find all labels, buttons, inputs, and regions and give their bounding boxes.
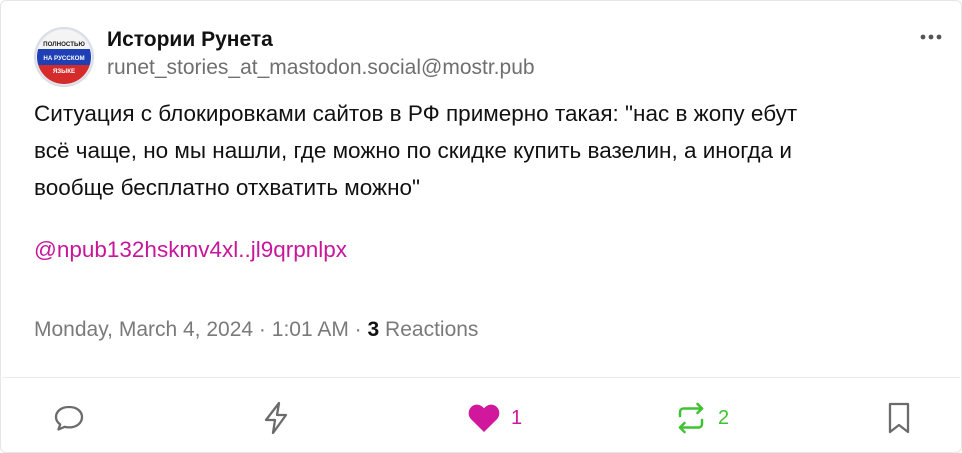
zap-icon xyxy=(264,401,288,435)
repost-count: 2 xyxy=(718,406,730,429)
mention-link[interactable]: @npub132hskmv4xl..jl9qrpnlpx xyxy=(34,237,347,263)
post-time[interactable]: 1:01 AM xyxy=(272,318,349,341)
post-content: Ситуация с блокировками сайтов в РФ прим… xyxy=(34,95,934,206)
bookmark-icon xyxy=(888,402,910,434)
author-avatar[interactable]: ПОЛНОСТЬЮ НА РУССКОМ ЯЗЫКЕ xyxy=(34,27,94,87)
avatar-text-line-3: ЯЗЫКЕ xyxy=(53,68,75,75)
avatar-flag-image: ПОЛНОСТЬЮ НА РУССКОМ ЯЗЫКЕ xyxy=(37,30,91,84)
more-icon xyxy=(920,34,942,40)
post-meta: Monday, March 4, 2024 · 1:01 AM · 3 Reac… xyxy=(34,318,478,342)
post-text-line-3: вообще бесплатно отхватить можно" xyxy=(34,175,421,200)
author-handle[interactable]: runet_stories_at_mastodon.social@mostr.p… xyxy=(107,56,535,80)
post-text-line-1: Ситуация с блокировками сайтов в РФ прим… xyxy=(34,101,798,126)
post-card: ПОЛНОСТЬЮ НА РУССКОМ ЯЗЫКЕ Истории Рунет… xyxy=(0,0,962,453)
reply-icon xyxy=(54,405,84,431)
reaction-count: 3 xyxy=(367,318,380,341)
more-options-button[interactable] xyxy=(911,22,951,52)
actions-divider xyxy=(2,377,960,378)
avatar-text-line-1: ПОЛНОСТЬЮ xyxy=(43,41,85,48)
author-name[interactable]: Истории Рунета xyxy=(107,28,273,52)
reactions-link[interactable]: 3 Reactions xyxy=(368,318,479,341)
repost-icon xyxy=(678,402,704,434)
repost-button[interactable]: 2 xyxy=(674,398,729,438)
post-text-line-2: всё чаще, но мы нашли, где можно по скид… xyxy=(34,138,792,163)
bookmark-button[interactable] xyxy=(885,398,913,438)
post-date[interactable]: Monday, March 4, 2024 xyxy=(34,318,253,341)
reply-button[interactable] xyxy=(53,398,85,438)
avatar-text-line-2: НА РУССКОМ xyxy=(43,55,84,62)
meta-separator: · xyxy=(258,318,266,341)
reaction-label: Reactions xyxy=(385,318,479,341)
zap-button[interactable] xyxy=(261,398,291,438)
meta-separator: · xyxy=(354,318,362,341)
like-count: 1 xyxy=(511,406,523,429)
heart-icon xyxy=(468,404,500,432)
like-button[interactable]: 1 xyxy=(467,398,522,438)
